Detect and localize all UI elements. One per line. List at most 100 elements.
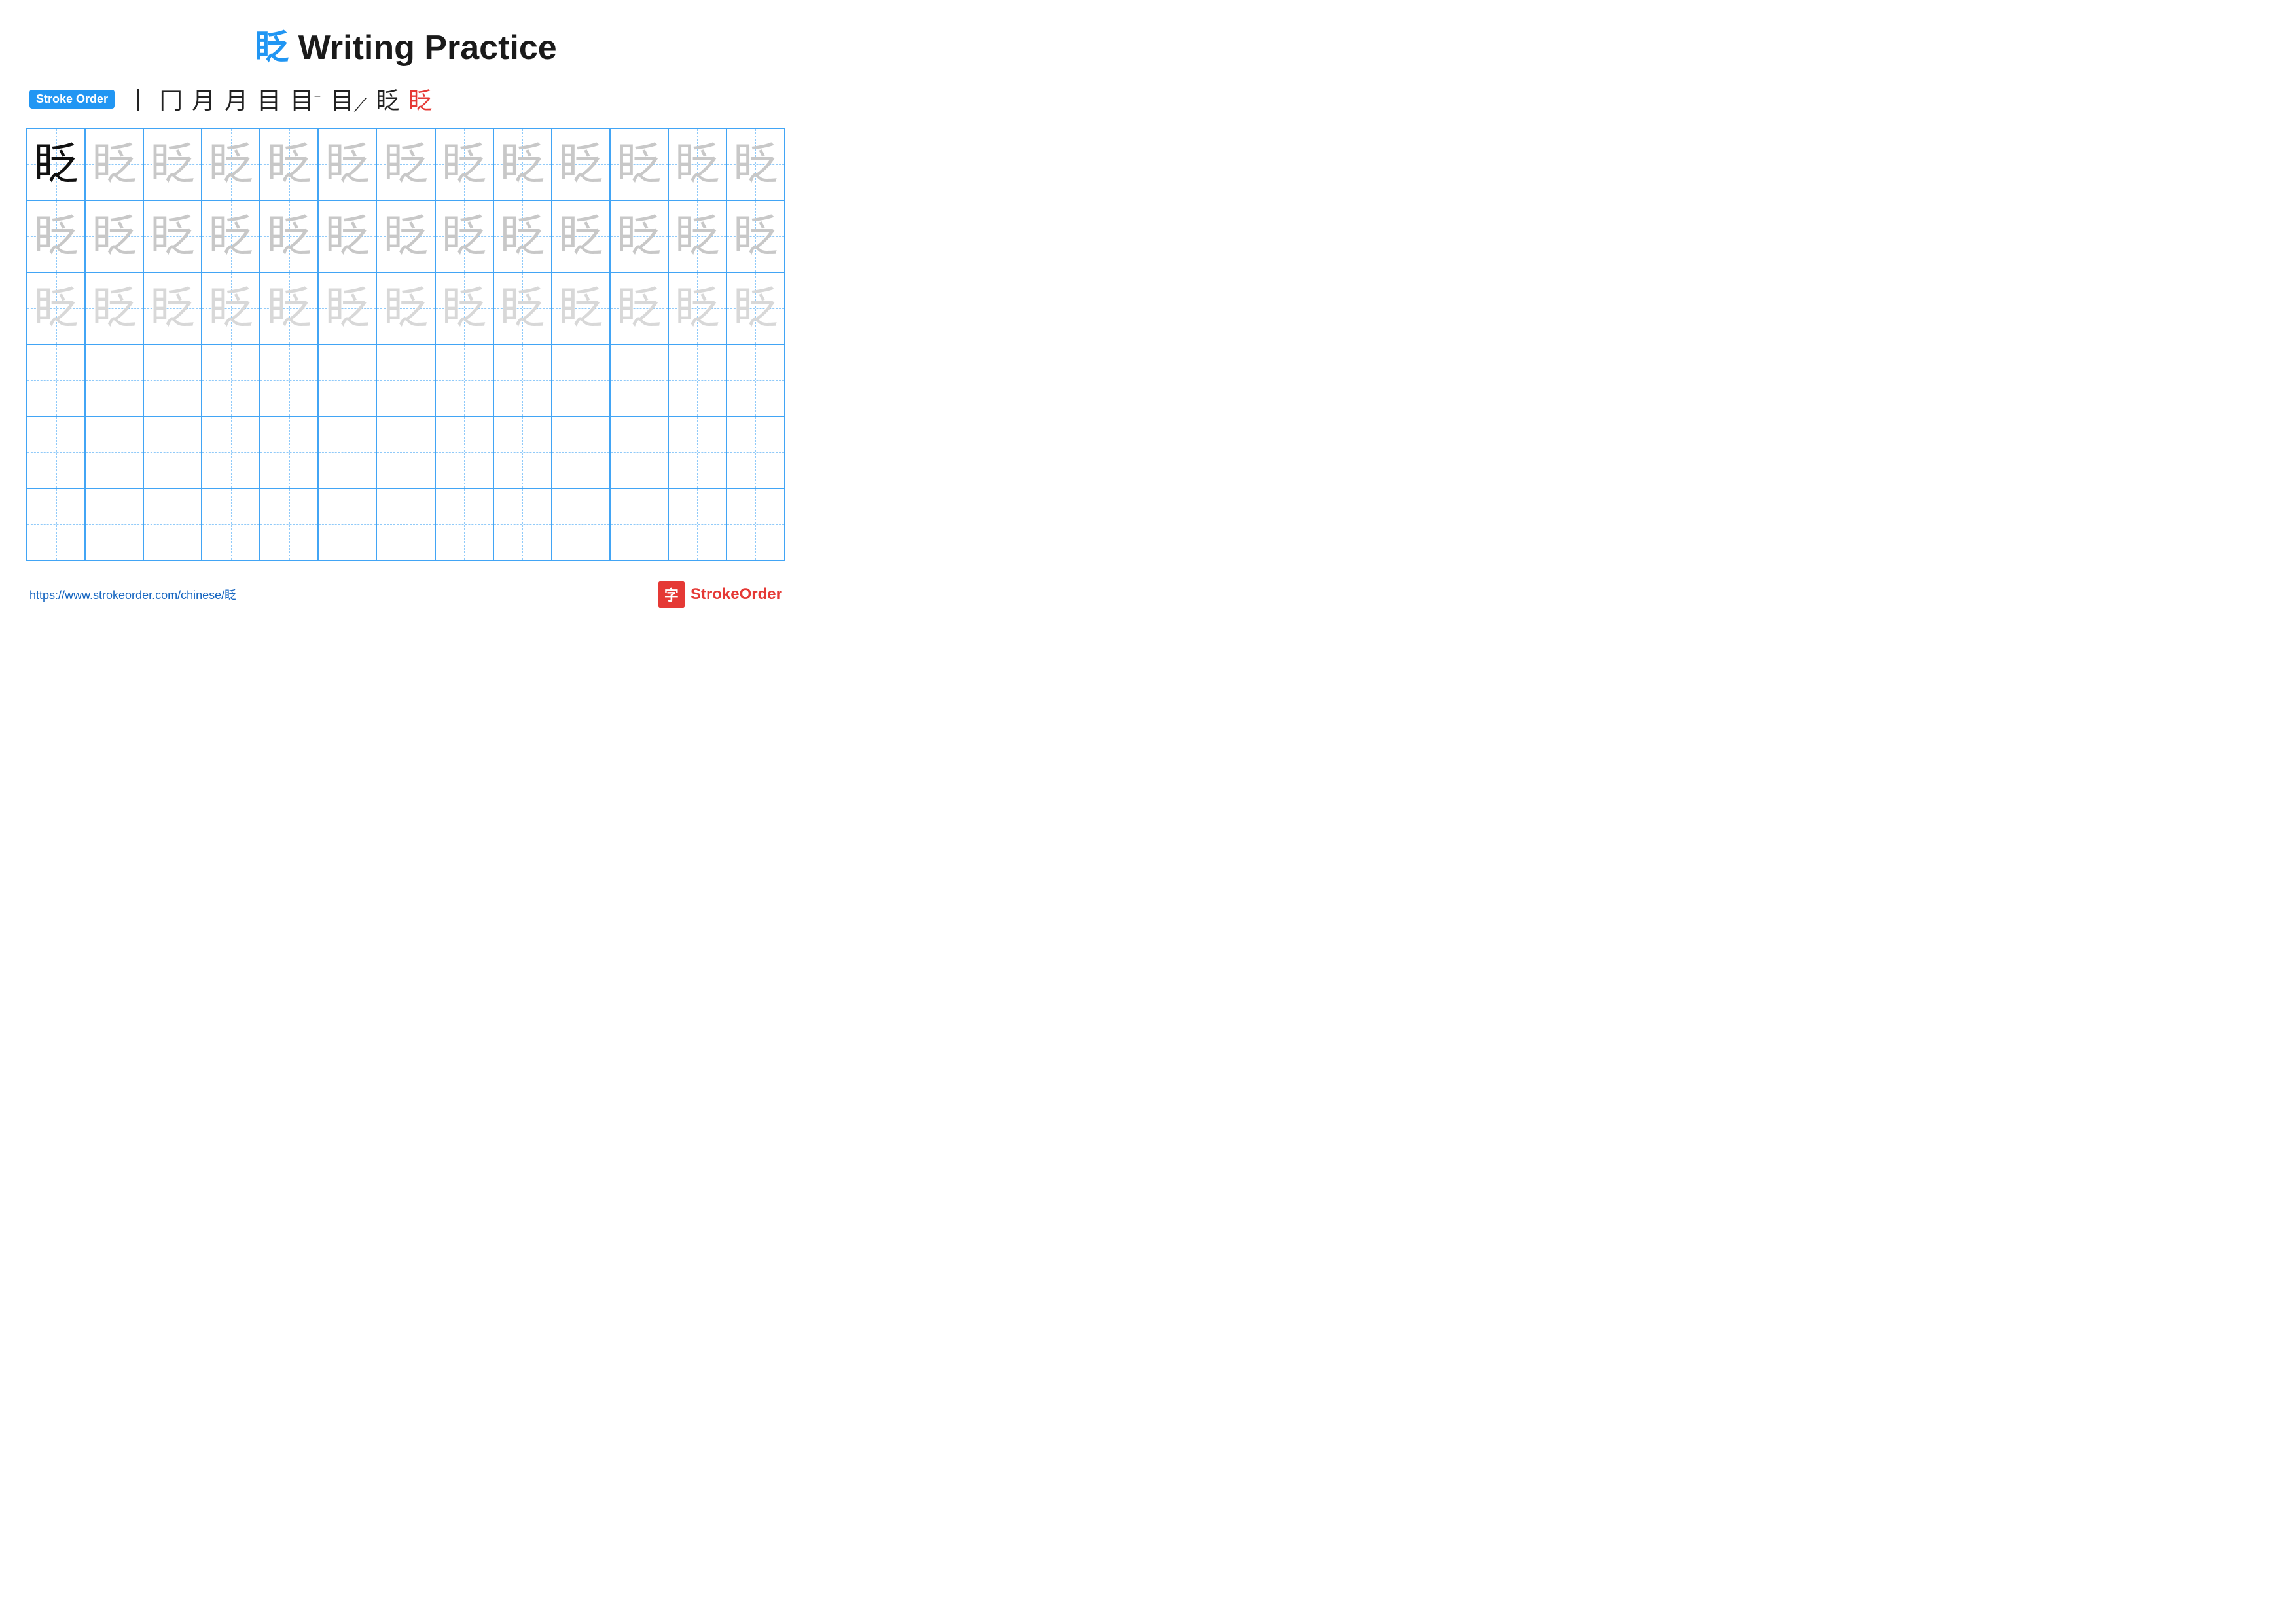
title-text: Writing Practice [289,29,556,67]
stroke-8: 眨 [376,82,399,116]
grid-cell: 眨 [552,272,610,344]
cell-character: 眨 [500,286,545,331]
cell-character: 眨 [675,286,719,331]
grid-cell [260,488,318,560]
grid-cell: 眨 [493,200,552,272]
cell-character: 眨 [617,142,661,187]
grid-cell [202,488,260,560]
grid-cell [85,416,143,488]
grid-cell [85,344,143,416]
grid-cell [318,344,376,416]
cell-character: 眨 [558,214,603,259]
stroke-4: 月 [224,82,248,116]
grid-cell: 眨 [610,272,668,344]
cell-character: 眨 [558,142,603,187]
cell-character: 眨 [151,142,195,187]
footer-logo: 字 StrokeOrder [658,581,782,608]
grid-cell: 眨 [202,272,260,344]
cell-character: 眨 [617,286,661,331]
grid-cell: 眨 [726,200,785,272]
grid-cell: 眨 [27,200,85,272]
cell-character: 眨 [267,142,312,187]
grid-cell [610,344,668,416]
cell-character: 眨 [384,214,428,259]
grid-cell [27,488,85,560]
grid-cell [318,416,376,488]
stroke-6: 目⁻ [290,82,321,116]
grid-cell: 眨 [318,200,376,272]
grid-cell: 眨 [552,200,610,272]
cell-character: 眨 [384,142,428,187]
grid-cell [552,416,610,488]
stroke-2: 冂 [159,82,183,116]
grid-cell: 眨 [552,128,610,200]
grid-cell: 眨 [376,200,435,272]
grid-cell: 眨 [202,128,260,200]
cell-character: 眨 [209,286,253,331]
grid-cell: 眨 [610,128,668,200]
stroke-order-row: Stroke Order 丨 冂 月 月 目 目⁻ 目⟋ 眨 眨 [26,82,785,116]
grid-cell: 眨 [85,200,143,272]
cell-character: 眨 [558,286,603,331]
grid-cell [610,488,668,560]
grid-cell: 眨 [202,200,260,272]
cell-character: 眨 [92,142,137,187]
grid-cell [376,344,435,416]
cell-character: 眨 [442,214,486,259]
grid-cell: 眨 [260,272,318,344]
grid-cell: 眨 [376,128,435,200]
grid-cell [493,344,552,416]
grid-cell [202,416,260,488]
grid-cell [552,488,610,560]
cell-character: 眨 [151,214,195,259]
grid-cell [143,344,202,416]
stroke-order-badge: Stroke Order [29,90,115,109]
grid-cell [726,344,785,416]
grid-cell [318,488,376,560]
footer: https://www.strokeorder.com/chinese/眨 字 … [26,581,785,608]
grid-cell: 眨 [260,200,318,272]
grid-cell [668,416,726,488]
grid-cell [27,344,85,416]
stroke-3: 月 [192,82,215,116]
cell-character: 眨 [209,214,253,259]
cell-character: 眨 [267,214,312,259]
cell-character: 眨 [733,286,778,331]
grid-cell: 眨 [376,272,435,344]
cell-character: 眨 [325,214,370,259]
grid-cell: 眨 [85,128,143,200]
grid-cell: 眨 [85,272,143,344]
cell-character: 眨 [442,142,486,187]
grid-cell [143,416,202,488]
grid-cell [260,416,318,488]
grid-cell: 眨 [610,200,668,272]
grid-cell [143,488,202,560]
grid-cell [552,344,610,416]
footer-url: https://www.strokeorder.com/chinese/眨 [29,586,236,603]
cell-character: 眨 [92,286,137,331]
cell-character: 眨 [442,286,486,331]
stroke-5: 目 [257,82,281,116]
cell-character: 眨 [733,142,778,187]
grid-cell [435,488,493,560]
grid-cell [27,416,85,488]
grid-cell: 眨 [493,272,552,344]
stroke-chars-container: 丨 冂 月 月 目 目⁻ 目⟋ 眨 眨 [126,82,432,116]
grid-cell: 眨 [668,200,726,272]
grid-cell: 眨 [27,128,85,200]
cell-character: 眨 [384,286,428,331]
grid-cell: 眨 [493,128,552,200]
cell-character: 眨 [675,214,719,259]
stroke-7: 目⟋ [331,82,367,116]
title-character: 眨 [255,29,289,67]
stroke-1: 丨 [126,82,150,116]
grid-cell: 眨 [143,128,202,200]
grid-cell: 眨 [435,128,493,200]
cell-character: 眨 [267,286,312,331]
grid-cell [435,416,493,488]
cell-character: 眨 [92,214,137,259]
cell-character: 眨 [500,214,545,259]
grid-cell: 眨 [435,272,493,344]
grid-cell [376,416,435,488]
cell-character: 眨 [617,214,661,259]
